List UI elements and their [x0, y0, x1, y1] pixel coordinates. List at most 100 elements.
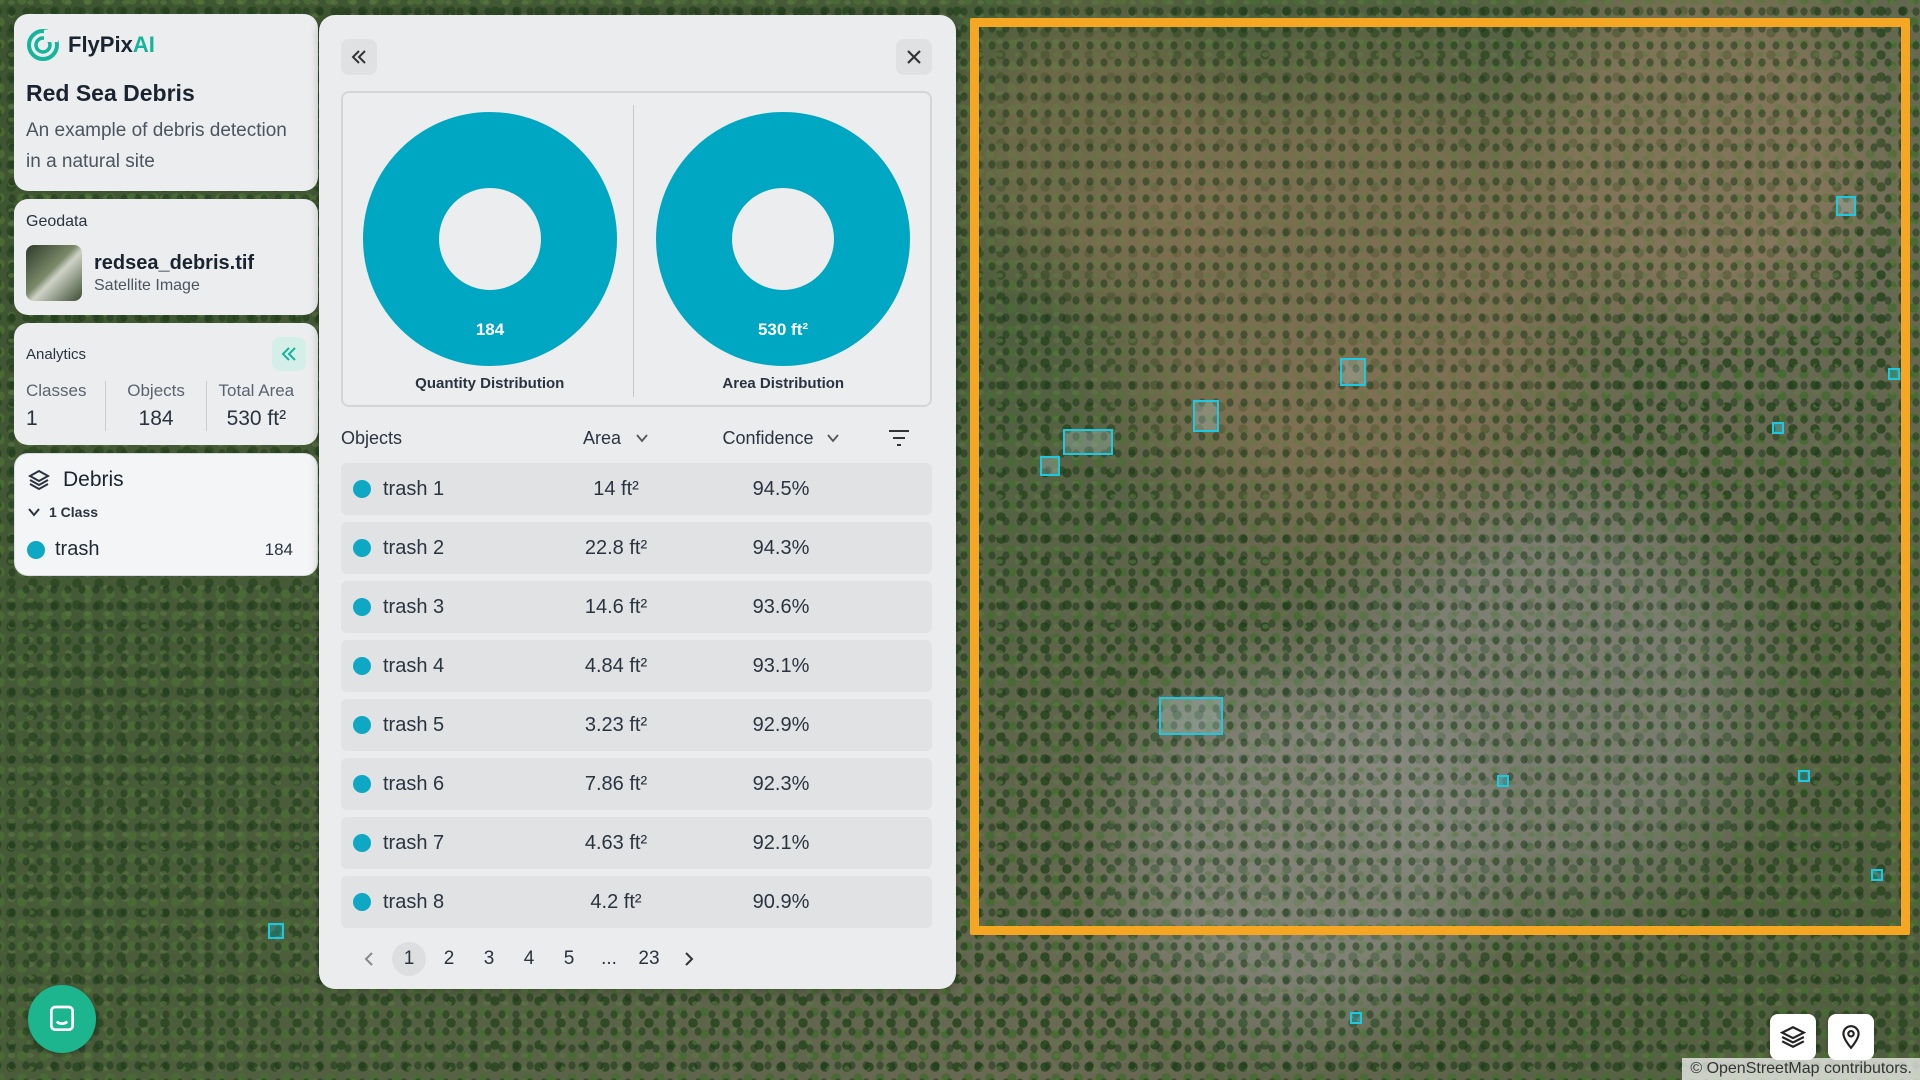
chat-button[interactable] — [28, 985, 96, 1053]
column-confidence-sort[interactable]: Confidence — [691, 428, 871, 449]
table-row[interactable]: trash 4 4.84 ft² 93.1% — [341, 640, 932, 692]
object-name: trash 5 — [383, 713, 445, 736]
object-name: trash 1 — [383, 477, 445, 500]
location-pin-icon — [1842, 1025, 1860, 1050]
highlight-area-box — [970, 18, 1910, 935]
collapse-analytics-button[interactable] — [272, 337, 306, 371]
project-description: An example of debris detection in a natu… — [26, 120, 287, 172]
table-row[interactable]: trash 7 4.63 ft² 92.1% — [341, 817, 932, 869]
pagination: 1 2 3 4 5 ... 23 — [341, 942, 932, 976]
detection-box[interactable] — [1063, 429, 1113, 455]
map-attribution[interactable]: © OpenStreetMap contributors. — [1682, 1058, 1920, 1080]
quantity-chart-title: Quantity Distribution — [415, 375, 565, 392]
analytics-stats: Classes 1 Objects 184 Total Area 530 ft² — [26, 381, 306, 431]
column-area-sort[interactable]: Area — [541, 428, 691, 449]
chart-divider — [633, 105, 634, 397]
objects-table-body: trash 1 14 ft² 94.5% trash 2 22.8 ft² 94… — [341, 463, 932, 928]
object-area: 14.6 ft² — [584, 595, 648, 618]
project-title: Red Sea Debris — [26, 80, 195, 106]
page-ellipsis: ... — [601, 948, 617, 969]
file-name: redsea_debris.tif — [94, 251, 255, 274]
chevron-right-icon — [685, 952, 694, 966]
object-confidence: 90.9% — [752, 890, 810, 913]
page-23-button[interactable]: 23 — [629, 942, 669, 976]
detection-box[interactable] — [268, 923, 284, 939]
geodata-file[interactable]: redsea_debris.tif Satellite Image — [26, 245, 306, 301]
layers-button[interactable] — [1770, 1014, 1816, 1060]
project-sidebar: FlyPixAI Red Sea Debris An example of de… — [14, 14, 318, 584]
area-value-label: 530 ft² — [758, 320, 808, 339]
detection-box[interactable] — [1497, 775, 1509, 787]
detection-box[interactable] — [1350, 1012, 1362, 1024]
double-chevron-left-icon — [351, 50, 366, 64]
area-chart-title: Area Distribution — [722, 375, 845, 392]
flypix-logo-icon — [27, 29, 59, 61]
object-confidence: 93.6% — [752, 595, 810, 618]
detection-box[interactable] — [1340, 358, 1366, 386]
next-page-button[interactable] — [669, 942, 709, 976]
objects-panel: 184 Quantity Distribution 530 ft² Area D… — [319, 15, 956, 989]
table-row[interactable]: trash 2 22.8 ft² 94.3% — [341, 522, 932, 574]
analytics-label: Analytics — [26, 345, 87, 363]
collapse-panel-button[interactable] — [341, 39, 377, 75]
chevron-down-icon — [636, 434, 648, 443]
class-count-toggle[interactable]: 1 Class — [27, 504, 305, 520]
detection-box[interactable] — [1798, 770, 1810, 782]
geodata-card: Geodata redsea_debris.tif Satellite Imag… — [14, 199, 318, 315]
page-2-button[interactable]: 2 — [429, 942, 469, 976]
detection-box[interactable] — [1888, 368, 1900, 380]
area-distribution-chart[interactable]: 530 ft² Area Distribution — [637, 93, 931, 405]
debris-layer-header[interactable]: Debris — [27, 468, 305, 492]
class-color-dot — [353, 657, 371, 675]
detection-box[interactable] — [1772, 422, 1784, 434]
layers-icon — [27, 469, 51, 491]
stat-total-area: Total Area 530 ft² — [218, 381, 295, 430]
detection-box[interactable] — [1193, 400, 1219, 432]
page-4-button[interactable]: 4 — [509, 942, 549, 976]
prev-page-button[interactable] — [349, 942, 389, 976]
quantity-donut-slice[interactable] — [362, 112, 617, 366]
page-3-button[interactable]: 3 — [469, 942, 509, 976]
stat-classes: Classes 1 — [26, 381, 107, 431]
object-area: 14 ft² — [593, 477, 639, 500]
quantity-donut: 184 — [362, 112, 617, 366]
close-panel-button[interactable] — [896, 39, 932, 75]
table-row[interactable]: trash 1 14 ft² 94.5% — [341, 463, 932, 515]
class-item-trash[interactable]: trash 184 — [27, 538, 305, 561]
object-area: 4.2 ft² — [590, 890, 642, 913]
class-color-dot — [353, 539, 371, 557]
quantity-value-label: 184 — [476, 320, 505, 339]
table-row[interactable]: trash 8 4.2 ft² 90.9% — [341, 876, 932, 928]
object-confidence: 92.3% — [752, 772, 810, 795]
page-5-button[interactable]: 5 — [549, 942, 589, 976]
table-row[interactable]: trash 5 3.23 ft² 92.9% — [341, 699, 932, 751]
chevron-down-icon — [28, 508, 40, 517]
geodata-label: Geodata — [26, 213, 88, 230]
area-donut: 530 ft² — [656, 112, 911, 366]
object-name: trash 6 — [383, 772, 445, 795]
brand-name: FlyPixAI — [68, 32, 155, 57]
detection-box[interactable] — [1040, 456, 1060, 476]
page-1-button[interactable]: 1 — [392, 942, 426, 976]
column-objects: Objects — [341, 427, 403, 448]
analytics-card: Analytics Classes 1 Objects 184 Total Ar… — [14, 323, 318, 445]
detection-box[interactable] — [1871, 869, 1883, 881]
chevron-left-icon — [364, 952, 373, 966]
class-name: trash — [55, 538, 100, 560]
layers-icon — [1780, 1026, 1806, 1048]
object-name: trash 2 — [383, 536, 445, 559]
chat-icon — [50, 1005, 74, 1031]
table-row[interactable]: trash 3 14.6 ft² 93.6% — [341, 581, 932, 633]
object-area: 7.86 ft² — [584, 772, 648, 795]
area-donut-slice[interactable] — [656, 112, 911, 366]
brand[interactable]: FlyPixAI — [26, 28, 306, 62]
debris-layer-card: Debris 1 Class trash 184 — [14, 453, 318, 576]
detection-box[interactable] — [1836, 196, 1856, 216]
file-type: Satellite Image — [94, 276, 200, 294]
filter-button[interactable] — [871, 429, 932, 447]
object-confidence: 94.3% — [752, 536, 810, 559]
quantity-distribution-chart[interactable]: 184 Quantity Distribution — [343, 93, 637, 405]
location-button[interactable] — [1828, 1014, 1874, 1060]
table-row[interactable]: trash 6 7.86 ft² 92.3% — [341, 758, 932, 810]
detection-box[interactable] — [1159, 697, 1223, 735]
